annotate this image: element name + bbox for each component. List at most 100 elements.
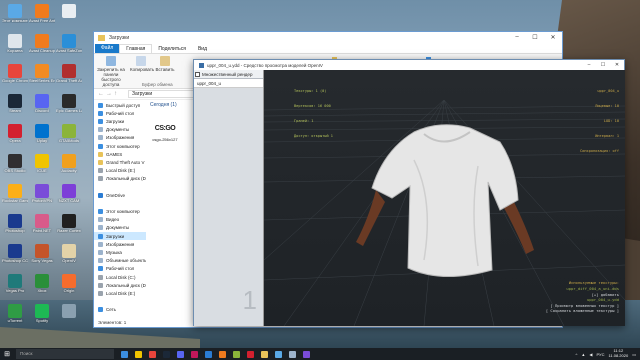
taskbar-app-button[interactable]	[187, 349, 201, 359]
desktop-icon[interactable]: Корзина	[2, 34, 28, 64]
copy-button[interactable]: Копировать	[130, 54, 154, 72]
desktop-icon[interactable]: OBS Studio	[2, 154, 28, 184]
pin-quick-access-button[interactable]: Закрепить на панели быстрого доступа	[96, 54, 126, 87]
desktop-icon[interactable]: Uplay	[29, 124, 55, 154]
nav-item[interactable]: Музыка	[94, 248, 146, 256]
taskbar-app-button[interactable]	[131, 349, 145, 359]
desktop-icon[interactable]: Discord	[29, 94, 55, 124]
taskbar-app-button[interactable]	[173, 349, 187, 359]
viewer-maximize-icon[interactable]: ☐	[596, 62, 610, 68]
desktop-icon[interactable]: OpenIV	[56, 244, 82, 274]
save-embedded-textures-button[interactable]: [ Сохранить вложенные текстуры ]	[546, 308, 619, 314]
taskbar-app-button[interactable]	[299, 349, 313, 359]
desktop-icon[interactable]: SteelSeries Engine 3	[29, 64, 55, 94]
desktop-icon[interactable]: Avast SafeZone	[56, 34, 82, 64]
nav-item[interactable]: Изображения	[94, 240, 146, 248]
minimize-icon[interactable]: –	[508, 34, 526, 41]
desktop-icon[interactable]: Razer Cortex	[56, 214, 82, 244]
taskbar-app-button[interactable]	[243, 349, 257, 359]
windows-start-icon[interactable]: ⊞	[0, 350, 14, 358]
language-indicator[interactable]: РУС	[596, 352, 604, 357]
close-icon[interactable]: ✕	[544, 34, 562, 41]
model-list-item[interactable]: uppr_004_u	[194, 79, 263, 88]
nav-item[interactable]: Документы	[94, 224, 146, 232]
nav-item[interactable]: Изображения	[94, 134, 146, 142]
tab-file[interactable]: Файл	[95, 44, 120, 53]
nav-item[interactable]: Локальный диск (D:)	[94, 281, 146, 289]
nav-item[interactable]: Сеть	[94, 306, 146, 314]
taskbar-app-button[interactable]	[215, 349, 229, 359]
volume-icon[interactable]: ◀	[589, 352, 592, 357]
desktop-icon[interactable]: Paint.NET	[29, 214, 55, 244]
taskbar-app-button[interactable]	[257, 349, 271, 359]
desktop-icon[interactable]: Google Chrome	[2, 64, 28, 94]
taskbar-app-button[interactable]	[285, 349, 299, 359]
multi-render-checkbox[interactable]: Множественный рендер	[194, 70, 263, 79]
forward-icon[interactable]: →	[106, 91, 114, 97]
address-path[interactable]: Загрузки	[128, 90, 198, 98]
desktop-icon[interactable]: Epic Games Launcher	[56, 94, 82, 124]
taskbar-app-button[interactable]	[271, 349, 285, 359]
up-icon[interactable]: ↑	[114, 91, 122, 97]
taskbar-app-button[interactable]	[229, 349, 243, 359]
paste-button[interactable]: Вставить	[154, 54, 176, 72]
desktop-icon[interactable]: Origin	[56, 274, 82, 304]
nav-item[interactable]: OneDrive	[94, 191, 146, 199]
maximize-icon[interactable]: ☐	[526, 34, 544, 41]
viewer-titlebar[interactable]: uppr_004_u.ydd - Средство просмотра моде…	[194, 60, 624, 70]
tray-chevron-icon[interactable]: ^	[576, 352, 578, 357]
taskbar-search[interactable]: Поиск	[16, 349, 114, 359]
viewer-close-icon[interactable]: ✕	[610, 62, 624, 68]
tab-home[interactable]: Главная	[119, 44, 153, 53]
desktop-icon[interactable]: Photoshop CC	[2, 244, 28, 274]
3d-viewport[interactable]: Текстуры: 1 (0) Вертексов: 16 000 Граней…	[264, 70, 625, 326]
clock[interactable]: 11:12 11.08.2020	[608, 349, 628, 358]
desktop-icon[interactable]: Steam	[2, 94, 28, 124]
nav-item[interactable]: Загрузки	[94, 117, 146, 125]
desktop-icon[interactable]	[56, 304, 82, 334]
back-icon[interactable]: ←	[98, 91, 106, 97]
desktop-icon[interactable]: NZXT CAM	[56, 184, 82, 214]
nav-item[interactable]: Local Disk (E:)	[94, 289, 146, 297]
desktop-icon[interactable]: Этот компьютер	[2, 4, 28, 34]
nav-item[interactable]: Быстрый доступ	[94, 101, 146, 109]
file-item[interactable]: CS:GO csgo-256x127	[152, 121, 178, 142]
viewer-minimize-icon[interactable]: –	[582, 62, 596, 68]
nav-item[interactable]: Рабочий стол	[94, 109, 146, 117]
model-viewer-window[interactable]: uppr_004_u.ydd - Средство просмотра моде…	[193, 59, 625, 326]
group-header-today[interactable]: Сегодня (1)	[150, 102, 177, 108]
taskbar-app-button[interactable]	[145, 349, 159, 359]
desktop-icon[interactable]: Vegas Pro	[2, 274, 28, 304]
desktop-icon[interactable]: Xbox	[29, 274, 55, 304]
desktop-icon[interactable]: Sony Vegas	[29, 244, 55, 274]
nav-item[interactable]: Этот компьютер	[94, 142, 146, 150]
taskbar-app-button[interactable]	[117, 349, 131, 359]
desktop-icon[interactable]: Opera	[2, 124, 28, 154]
desktop-icon[interactable]: Audacity	[56, 154, 82, 184]
nav-item[interactable]: Локальный диск (D:)	[94, 175, 146, 183]
nav-item[interactable]: Local Disk (E:)	[94, 167, 146, 175]
nav-item[interactable]: Local Disk (C:)	[94, 273, 146, 281]
desktop-icon[interactable]	[56, 4, 82, 34]
desktop-icon[interactable]: Avast Cleanup	[29, 34, 55, 64]
desktop-icon[interactable]: iCUE	[29, 154, 55, 184]
desktop-icon[interactable]: GTA5Mods	[56, 124, 82, 154]
notifications-icon[interactable]: ▭	[632, 352, 636, 357]
taskbar-app-button[interactable]	[159, 349, 173, 359]
nav-item[interactable]: Видео	[94, 216, 146, 224]
desktop-icon[interactable]: ProtonVPN	[29, 184, 55, 214]
nav-item[interactable]: Этот компьютер	[94, 207, 146, 215]
explorer-titlebar[interactable]: Загрузки – ☐ ✕	[94, 32, 562, 43]
desktop-icon[interactable]: Avast Free Antivirus	[29, 4, 55, 34]
desktop-icon[interactable]: uTorrent	[2, 304, 28, 334]
nav-item[interactable]: Загрузки	[94, 232, 146, 241]
nav-item[interactable]: Grand Theft Auto V	[94, 158, 146, 166]
nav-item[interactable]: GAMES	[94, 150, 146, 158]
nav-item[interactable]: Документы	[94, 126, 146, 134]
desktop-icon[interactable]: Grand Theft Auto	[56, 64, 82, 94]
nav-item[interactable]: Объемные объекты	[94, 257, 146, 265]
desktop-icon[interactable]: Photoshop	[2, 214, 28, 244]
tab-share[interactable]: Поделиться	[152, 45, 192, 53]
taskbar-app-button[interactable]	[201, 349, 215, 359]
nav-item[interactable]: Рабочий стол	[94, 265, 146, 273]
